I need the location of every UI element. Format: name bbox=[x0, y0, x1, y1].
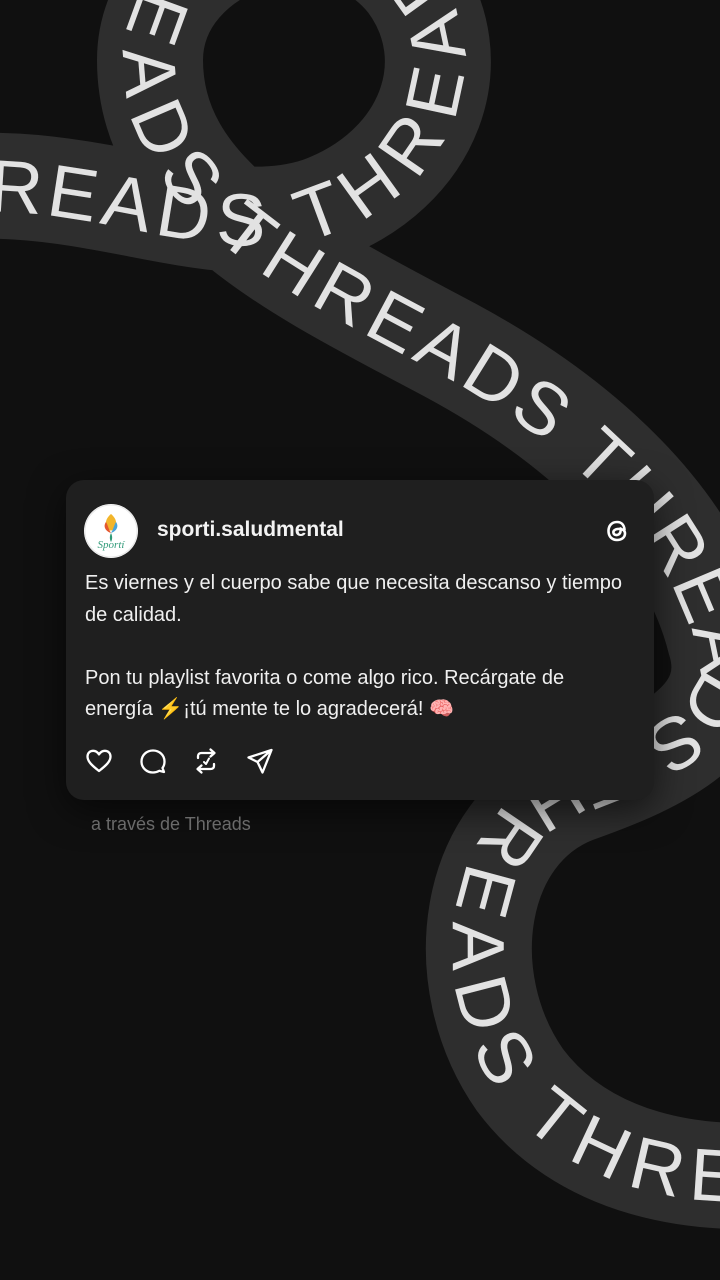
share-icon[interactable] bbox=[245, 746, 275, 776]
post-text: Es viernes y el cuerpo sabe que necesita… bbox=[85, 568, 625, 726]
post-card[interactable]: Sportí sporti.saludmental Es viernes y e… bbox=[66, 480, 654, 800]
post-paragraph-1: Es viernes y el cuerpo sabe que necesita… bbox=[85, 572, 622, 626]
threads-logo-icon[interactable] bbox=[600, 514, 634, 548]
via-threads-caption: a través de Threads bbox=[91, 814, 251, 834]
avatar[interactable]: Sportí bbox=[84, 504, 138, 558]
post-paragraph-2: Pon tu playlist favorita o come algo ric… bbox=[85, 666, 565, 721]
username[interactable]: sporti.saludmental bbox=[157, 518, 344, 542]
heart-icon[interactable] bbox=[84, 746, 114, 776]
comment-icon[interactable] bbox=[138, 746, 168, 776]
repost-icon[interactable] bbox=[191, 746, 221, 776]
avatar-logo-text: Sportí bbox=[98, 539, 126, 551]
